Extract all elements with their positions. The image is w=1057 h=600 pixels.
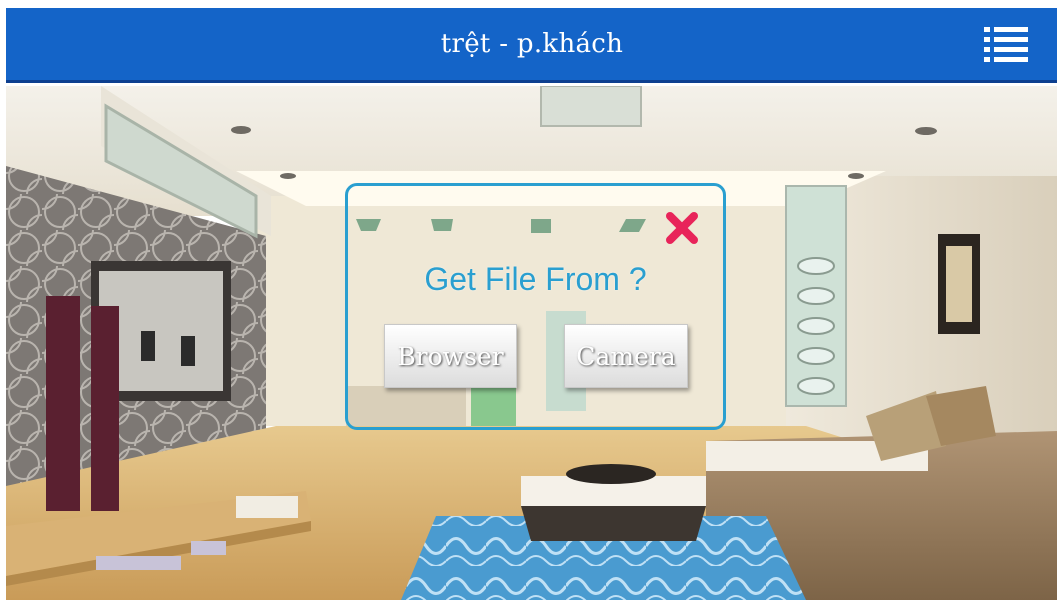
get-file-dialog: Get File From ? Browser Camera bbox=[345, 183, 726, 430]
camera-button[interactable]: Camera bbox=[564, 324, 688, 388]
dialog-title: Get File From ? bbox=[424, 261, 647, 297]
browser-button[interactable]: Browser bbox=[384, 324, 517, 388]
close-x-icon[interactable] bbox=[665, 211, 699, 245]
app-header: trệt - p.khách bbox=[6, 8, 1057, 83]
list-menu-icon[interactable] bbox=[984, 24, 1028, 64]
page-title: trệt - p.khách bbox=[440, 29, 624, 59]
